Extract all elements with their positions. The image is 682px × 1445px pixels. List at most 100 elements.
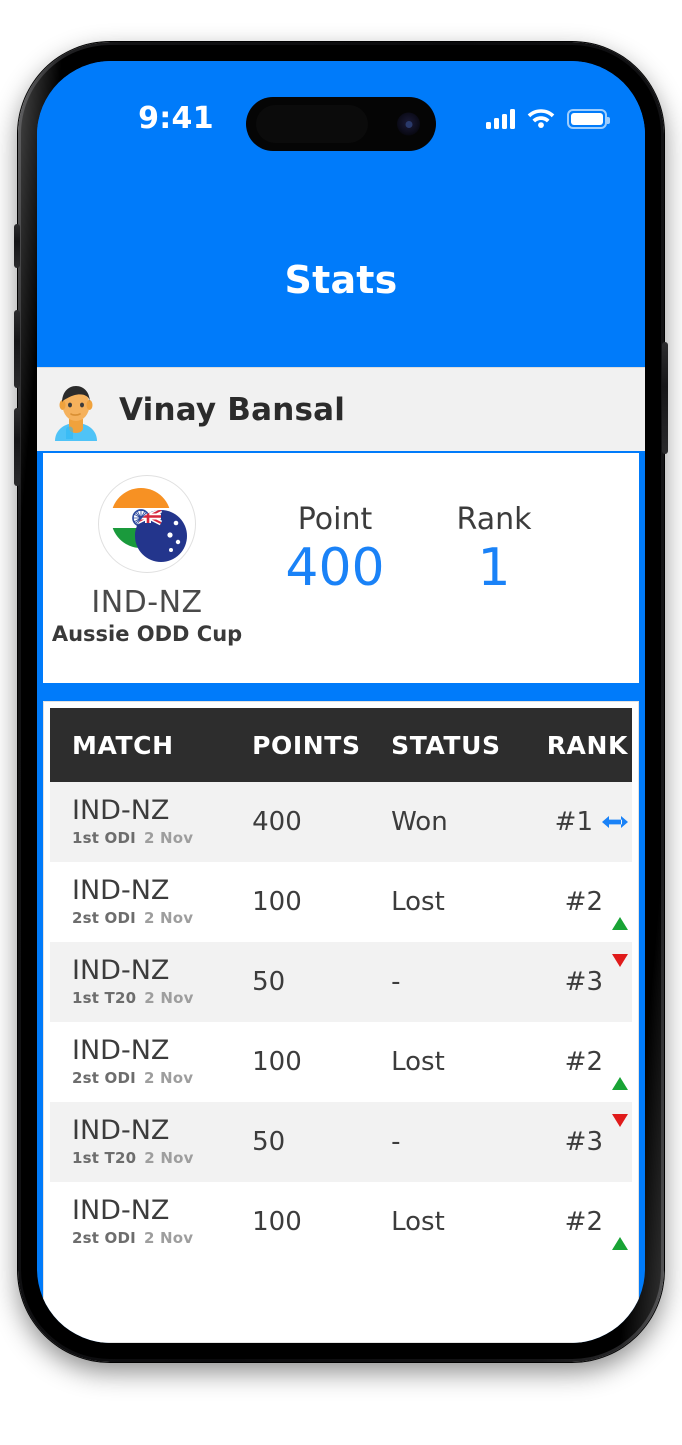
rank-number: #1 [554,807,593,837]
cell-rank: #2 [536,1047,632,1090]
table-row[interactable]: IND-NZ 1st ODI 2 Nov 400 Won #1 [50,782,632,862]
metric-rank-value: 1 [477,538,511,598]
cell-points: 100 [252,1047,302,1077]
cell-status: Lost [391,1207,445,1237]
rank-number: #3 [564,1127,603,1157]
match-subtitle: 2st ODI 2 Nov [72,1069,252,1087]
cell-status: - [391,967,401,997]
volume-down-button[interactable] [14,408,20,486]
match-name: IND-NZ [72,1195,170,1227]
match-format: 1st ODI [72,828,136,847]
column-header-status[interactable]: STATUS [391,731,536,760]
battery-full-icon [567,109,610,129]
metric-point-value: 400 [285,538,385,598]
table-body: IND-NZ 1st ODI 2 Nov 400 Won #1 IND-NZ 2s… [44,782,638,1262]
cell-points: 50 [252,1127,286,1157]
cell-match: IND-NZ 1st T20 2 Nov [50,1115,252,1167]
wifi-icon [526,106,556,132]
profile-bar[interactable]: Vinay Bansal [37,367,645,451]
india-newzealand-flags-icon [98,475,196,573]
table-row[interactable]: IND-NZ 2st ODI 2 Nov 100 Lost #2 [50,1182,632,1262]
triangle-up-icon [612,1207,628,1250]
cell-match: IND-NZ 1st T20 2 Nov [50,955,252,1007]
table-row[interactable]: IND-NZ 2st ODI 2 Nov 100 Lost #2 [50,1022,632,1102]
cell-status: Lost [391,1047,445,1077]
user-avatar-icon [45,379,107,441]
match-date: 2 Nov [144,1148,194,1167]
match-format: 1st T20 [72,988,137,1007]
team-code: IND-NZ [91,585,203,620]
cell-match: IND-NZ 2st ODI 2 Nov [50,1035,252,1087]
cell-status: Won [391,807,448,837]
match-stats-table: MATCH POINTS STATUS RANK IND-NZ 1st ODI 2… [43,701,639,1343]
match-name: IND-NZ [72,875,170,907]
metric-rank-label: Rank [456,502,532,537]
metric-point-label: Point [297,502,373,537]
cell-points: 50 [252,967,286,997]
column-header-points[interactable]: POINTS [252,731,391,760]
dynamic-island-pill [256,105,368,143]
cell-rank: #1 [536,807,632,837]
match-subtitle: 2st ODI 2 Nov [72,1229,252,1247]
profile-name: Vinay Bansal [119,391,346,428]
cell-points: 100 [252,1207,302,1237]
match-date: 2 Nov [144,988,194,1007]
rank-number: #2 [564,887,603,917]
table-row[interactable]: IND-NZ 2st ODI 2 Nov 100 Lost #2 [50,862,632,942]
cell-points: 100 [252,887,302,917]
dynamic-island [246,97,436,151]
status-bar-icons [486,103,610,135]
cell-rank: #2 [536,887,632,930]
cell-match: IND-NZ 2st ODI 2 Nov [50,1195,252,1247]
table-row[interactable]: IND-NZ 1st T20 2 Nov 50 - #3 [50,1102,632,1182]
match-format: 2st ODI [72,908,136,927]
match-format: 2st ODI [72,1228,136,1247]
cell-match: IND-NZ 2st ODI 2 Nov [50,875,252,927]
triangle-up-icon [612,1047,628,1090]
rank-number: #2 [564,1207,603,1237]
power-button[interactable] [662,342,668,454]
rank-number: #3 [564,967,603,997]
front-camera-icon [397,112,420,136]
app-header: 9:41 Stats [37,61,645,367]
column-header-match[interactable]: MATCH [50,731,252,760]
metric-rank: Rank 1 [419,453,569,596]
volume-up-button[interactable] [14,310,20,388]
triangle-down-icon [612,1114,628,1157]
left-right-arrow-icon [602,816,628,828]
page-title: Stats [284,258,398,302]
match-name: IND-NZ [72,1115,170,1147]
metric-point: Point 400 [251,453,419,596]
team-block: IND-NZ Aussie ODD Cup [43,453,251,646]
table-header-row: MATCH POINTS STATUS RANK [50,708,632,782]
match-format: 1st T20 [72,1148,137,1167]
phone-screen: 9:41 Stats Vinay Bansal IND-NZ Aussie OD… [37,61,645,1343]
cell-rank: #3 [536,1114,632,1157]
silent-switch-button[interactable] [14,224,20,268]
stats-summary-card: IND-NZ Aussie ODD Cup Point 400 Rank 1 [43,453,639,683]
triangle-up-icon [612,887,628,930]
match-subtitle: 2st ODI 2 Nov [72,909,252,927]
triangle-down-icon [612,954,628,997]
cell-points: 400 [252,807,302,837]
match-name: IND-NZ [72,795,170,827]
cell-match: IND-NZ 1st ODI 2 Nov [50,795,252,847]
cell-status: - [391,1127,401,1157]
table-row[interactable]: IND-NZ 1st T20 2 Nov 50 - #3 [50,942,632,1022]
column-header-rank[interactable]: RANK [536,731,632,760]
match-date: 2 Nov [143,1228,194,1247]
match-subtitle: 1st ODI 2 Nov [72,829,252,847]
phone-frame: 9:41 Stats Vinay Bansal IND-NZ Aussie OD… [14,42,668,1362]
signal-bars-icon [486,109,515,129]
cell-status: Lost [391,887,445,917]
status-bar-time: 9:41 [138,101,214,136]
match-name: IND-NZ [72,1035,170,1067]
match-subtitle: 1st T20 2 Nov [72,989,252,1007]
match-date: 2 Nov [143,828,194,847]
rank-number: #2 [564,1047,603,1077]
tournament-name: Aussie ODD Cup [51,622,243,646]
cell-rank: #3 [536,954,632,997]
match-name: IND-NZ [72,955,170,987]
match-date: 2 Nov [143,1068,194,1087]
match-date: 2 Nov [143,908,194,927]
